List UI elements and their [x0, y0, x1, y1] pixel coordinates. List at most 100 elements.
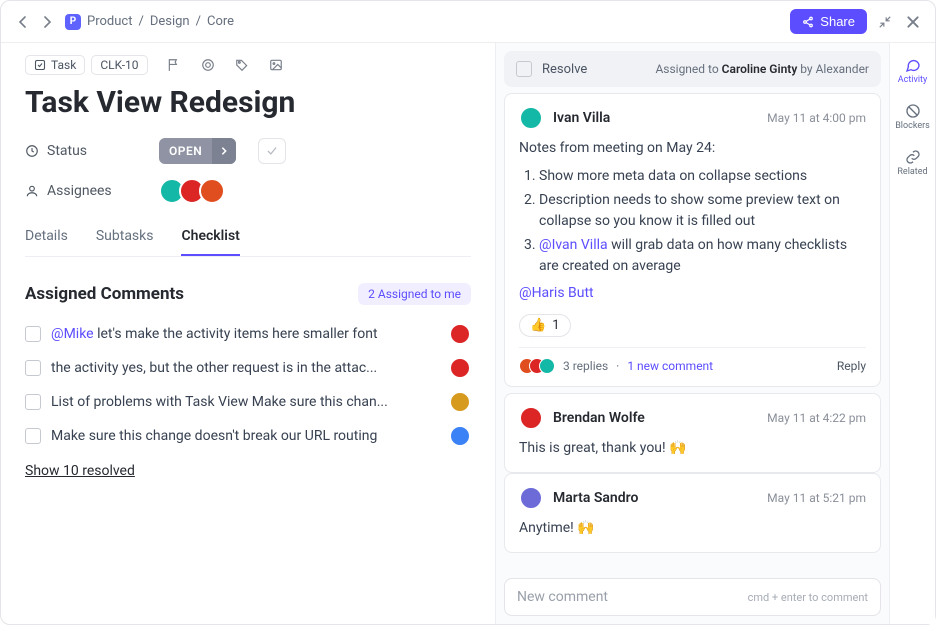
close-button[interactable]: [903, 12, 923, 32]
comment-body: Anytime! 🙌: [519, 518, 866, 540]
task-tabs: Details Subtasks Checklist: [25, 218, 471, 257]
comment-card: Brendan Wolfe May 11 at 4:22 pm This is …: [504, 393, 881, 473]
avatar[interactable]: [519, 106, 543, 130]
flag-icon[interactable]: [164, 55, 184, 75]
share-label: Share: [820, 14, 855, 29]
resolve-label[interactable]: Resolve: [542, 62, 587, 77]
reaction-count: 1: [552, 318, 559, 333]
composer-placeholder: New comment: [517, 589, 608, 605]
tag-icon[interactable]: [232, 55, 252, 75]
comment-time: May 11 at 5:21 pm: [767, 491, 866, 505]
resolve-bar: Resolve Assigned to Caroline Ginty by Al…: [504, 51, 881, 87]
comment-author: Ivan Villa: [553, 110, 610, 126]
composer-hint: cmd + enter to comment: [748, 591, 868, 604]
status-icon: [25, 144, 39, 158]
mention[interactable]: @Haris Butt: [519, 285, 594, 301]
status-pill[interactable]: OPEN: [159, 138, 236, 164]
avatar[interactable]: [519, 486, 543, 510]
task-type-chip[interactable]: Task: [25, 55, 85, 75]
assignees-label: Assignees: [25, 183, 145, 199]
checkbox[interactable]: [25, 326, 41, 342]
rail-activity[interactable]: Activity: [891, 51, 935, 91]
reaction-chip[interactable]: 👍 1: [519, 314, 571, 337]
breadcrumb-item[interactable]: Core: [207, 14, 234, 29]
avatar[interactable]: [449, 357, 471, 379]
mention[interactable]: @Ivan Villa: [539, 237, 608, 253]
status-label: Status: [25, 143, 145, 159]
assigned-to-text: Assigned to Caroline Ginty by Alexander: [655, 62, 869, 76]
comment-composer[interactable]: New comment cmd + enter to comment: [504, 578, 881, 616]
task-id-label: CLK-10: [100, 58, 138, 72]
task-id-chip[interactable]: CLK-10: [91, 55, 147, 75]
assigned-comment-text: the activity yes, but the other request …: [51, 360, 431, 376]
sprint-icon[interactable]: [198, 55, 218, 75]
assigned-to-me-badge[interactable]: 2 Assigned to me: [358, 283, 471, 305]
minimize-button[interactable]: [875, 12, 895, 32]
avatar: [539, 358, 555, 374]
assigned-comment-text: @Mike let's make the activity items here…: [51, 326, 431, 342]
comment-body: Notes from meeting on May 24: Show more …: [519, 138, 866, 304]
comment-time: May 11 at 4:22 pm: [767, 411, 866, 425]
status-next-button[interactable]: [212, 138, 236, 164]
replies-count[interactable]: 3 replies: [563, 359, 608, 373]
thumbs-up-icon: 👍: [530, 318, 546, 333]
assigned-comments-heading: Assigned Comments: [25, 284, 184, 304]
rail-blockers[interactable]: Blockers: [891, 97, 935, 137]
task-detail-pane: Task CLK-10 Task View Redesign Status OP…: [1, 43, 495, 624]
rail-related[interactable]: Related: [891, 143, 935, 183]
assigned-comment-text: List of problems with Task View Make sur…: [51, 394, 431, 410]
image-icon[interactable]: [266, 55, 286, 75]
avatar[interactable]: [199, 178, 225, 204]
comment-author: Brendan Wolfe: [553, 410, 645, 426]
resolve-checkbox[interactable]: [516, 61, 532, 77]
comment-author: Marta Sandro: [553, 490, 638, 506]
comment-body: This is great, thank you! 🙌: [519, 438, 866, 460]
avatar[interactable]: [519, 406, 543, 430]
comment-card: Marta Sandro May 11 at 5:21 pm Anytime! …: [504, 473, 881, 553]
avatar[interactable]: [449, 391, 471, 413]
task-type-label: Task: [51, 58, 76, 72]
assigned-comment-row[interactable]: List of problems with Task View Make sur…: [25, 385, 471, 419]
thread-card: Ivan Villa May 11 at 4:00 pm Notes from …: [504, 93, 881, 387]
new-comment-link[interactable]: 1 new comment: [627, 359, 713, 373]
task-icon: [34, 59, 46, 71]
block-icon: [905, 103, 921, 119]
tab-subtasks[interactable]: Subtasks: [96, 218, 154, 256]
breadcrumb[interactable]: P Product/ Design/ Core: [65, 14, 234, 30]
avatar[interactable]: [449, 323, 471, 345]
reply-button[interactable]: Reply: [837, 359, 866, 373]
side-rail: Activity Blockers Related: [889, 43, 935, 624]
nav-back-button[interactable]: [13, 12, 33, 32]
status-value: OPEN: [159, 144, 212, 158]
avatar[interactable]: [449, 425, 471, 447]
link-icon: [905, 149, 921, 165]
activity-pane: Resolve Assigned to Caroline Ginty by Al…: [495, 43, 889, 624]
share-button[interactable]: Share: [790, 9, 867, 34]
breadcrumb-item[interactable]: Design: [150, 14, 190, 29]
mention[interactable]: @Mike: [51, 326, 94, 342]
show-resolved-link[interactable]: Show 10 resolved: [25, 463, 135, 479]
checkbox[interactable]: [25, 394, 41, 410]
assignee-avatars[interactable]: [159, 178, 225, 204]
checkbox[interactable]: [25, 428, 41, 444]
tab-checklist[interactable]: Checklist: [181, 218, 239, 256]
task-title[interactable]: Task View Redesign: [25, 85, 471, 120]
rail-label: Activity: [898, 75, 927, 85]
tab-details[interactable]: Details: [25, 218, 68, 256]
breadcrumb-item[interactable]: Product: [87, 14, 132, 29]
assigned-comment-row[interactable]: Make sure this change doesn't break our …: [25, 419, 471, 453]
assigned-comment-row[interactable]: the activity yes, but the other request …: [25, 351, 471, 385]
nav-forward-button[interactable]: [37, 12, 57, 32]
chat-icon: [905, 57, 921, 73]
rail-label: Blockers: [895, 121, 930, 131]
person-icon: [25, 184, 39, 198]
mark-complete-button[interactable]: [258, 138, 286, 164]
rail-label: Related: [897, 167, 927, 177]
topbar: P Product/ Design/ Core Share: [1, 1, 935, 43]
share-icon: [802, 16, 814, 28]
assigned-comment-text: Make sure this change doesn't break our …: [51, 428, 431, 444]
checkbox[interactable]: [25, 360, 41, 376]
space-icon: P: [65, 14, 81, 30]
comment-time: May 11 at 4:00 pm: [767, 111, 866, 125]
assigned-comment-row[interactable]: @Mike let's make the activity items here…: [25, 317, 471, 351]
